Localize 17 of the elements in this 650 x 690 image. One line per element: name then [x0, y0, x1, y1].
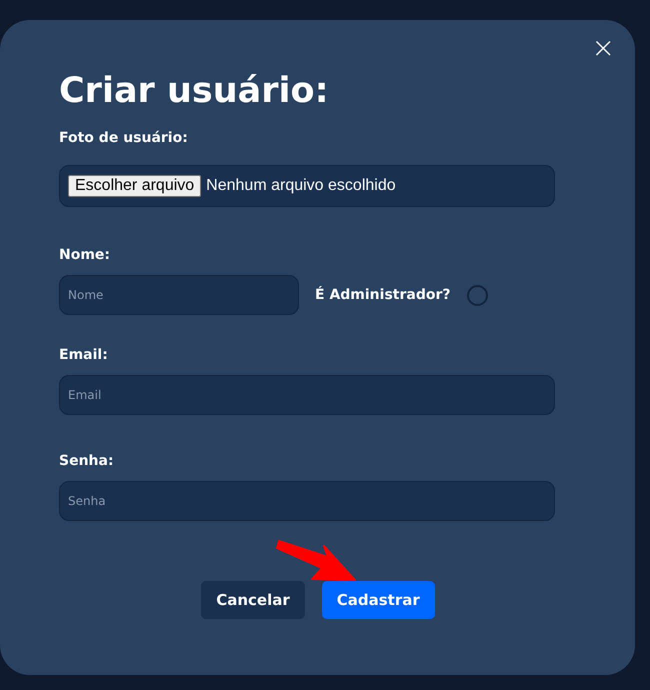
password-input[interactable]: Senha [59, 481, 555, 521]
field-label: Nome: [59, 246, 112, 265]
choose-file-button[interactable]: Escolher arquivo [68, 175, 202, 197]
dialog-title: Criar usuário: [59, 70, 330, 113]
file-status: Nenhum arquivo escolhido [206, 177, 396, 195]
file-input[interactable]: Escolher arquivo Nenhum arquivo escolhido [59, 165, 555, 207]
submit-button[interactable]: Cadastrar [322, 581, 435, 619]
field-label: Email: [59, 346, 109, 365]
name-input[interactable]: Nome [59, 275, 299, 315]
admin-radio[interactable] [466, 284, 488, 306]
arrow-icon [276, 537, 358, 583]
field-label: Foto de usuário: [59, 129, 189, 148]
field-label: Senha: [59, 452, 115, 471]
email-input[interactable]: Email [59, 375, 555, 415]
admin-label: É Administrador? [315, 285, 450, 305]
close-button[interactable]: × [588, 34, 619, 62]
cancel-button[interactable]: Cancelar [201, 581, 305, 619]
